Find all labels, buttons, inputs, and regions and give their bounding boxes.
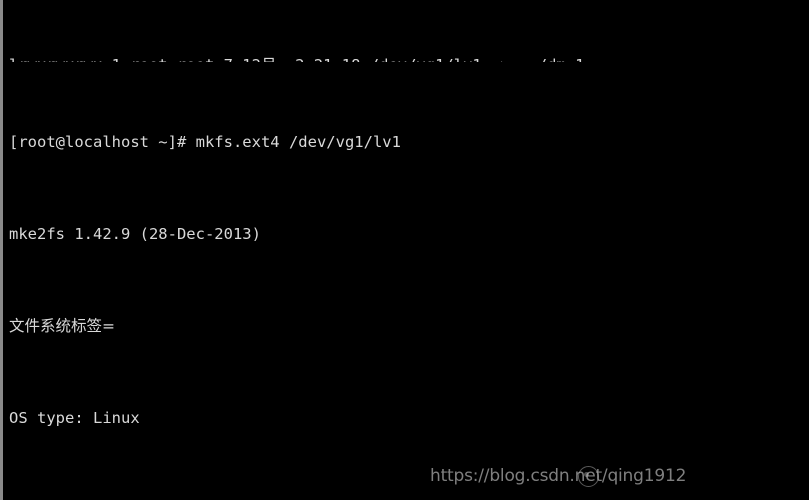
mke2fs-version-text: mke2fs 1.42.9 (28-Dec-2013) (9, 225, 261, 243)
terminal-line-mke2fs-version: mke2fs 1.42.9 (28-Dec-2013) (9, 223, 809, 246)
filesystem-label-text: 文件系统标签= (9, 317, 115, 335)
terminal-line-filesystem-label: 文件系统标签= (9, 315, 809, 338)
terminal-line-os-type: OS type: Linux (9, 407, 809, 430)
terminal-line-prompt-command: [root@localhost ~]# mkfs.ext4 /dev/vg1/l… (9, 131, 809, 154)
prompt-command-text: [root@localhost ~]# mkfs.ext4 /dev/vg1/l… (9, 133, 401, 151)
terminal-screen[interactable]: lrwxrwxrwx 1 root root 7 12月 2 21:18 /de… (3, 0, 809, 500)
terminal-window[interactable]: lrwxrwxrwx 1 root root 7 12月 2 21:18 /de… (0, 0, 809, 500)
scrollback-clipped-line: lrwxrwxrwx 1 root root 7 12月 2 21:18 /de… (9, 54, 809, 62)
scrollback-clipped-text: lrwxrwxrwx 1 root root 7 12月 2 21:18 /de… (9, 56, 584, 62)
os-type-text: OS type: Linux (9, 409, 140, 427)
